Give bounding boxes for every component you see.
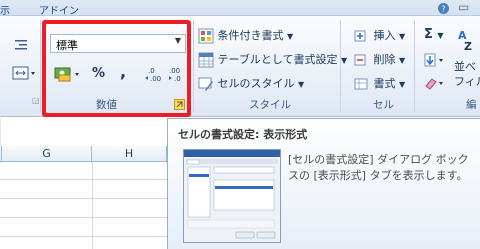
ribbon-tab-bar: 示 アドイン ? ▭ — [0, 0, 480, 17]
tip-title: セルの書式設定: 表示形式 — [178, 128, 308, 141]
conditional-formatting-button[interactable]: 条件付き書式 ▼ — [198, 27, 293, 44]
sort-filter-label-1[interactable]: 並べ — [454, 58, 476, 74]
styles-group-label: スタイル — [249, 99, 291, 111]
minimize-icon[interactable]: ▭ — [458, 0, 469, 14]
tab-addins[interactable]: アドイン — [39, 2, 79, 17]
svg-text:?: ? — [441, 5, 445, 14]
alignment-launcher-icon[interactable]: ◲ — [32, 96, 40, 105]
clear-button[interactable] — [424, 76, 446, 90]
format-cells-dialog-thumbnail — [183, 149, 281, 243]
column-header-h[interactable]: H — [92, 146, 167, 162]
cell-styles-button[interactable]: セルのスタイル ▼ — [198, 75, 304, 92]
insert-button[interactable]: 挿入 ▼ — [354, 27, 405, 44]
delete-button[interactable]: 削除 ▼ — [354, 51, 405, 68]
tab-partial[interactable]: 示 — [0, 2, 10, 17]
svg-text:Z: Z — [464, 40, 472, 53]
worksheet-area: G H — [0, 118, 167, 249]
sort-filter-icon[interactable]: AZ — [456, 28, 480, 54]
format-label: 書式 — [373, 77, 396, 90]
format-button[interactable]: 書式 ▼ — [354, 75, 405, 92]
tip-body: [セルの書式設定] ダイアログ ボックスの [表示形式] タブを表示します。 — [288, 153, 469, 182]
sigma-icon: Σ — [424, 27, 433, 42]
screen-tip: セルの書式設定: 表示形式 [セルの書式設定] ダイアログ ボックスの [表示形… — [167, 118, 480, 249]
number-group-highlight — [42, 20, 191, 117]
format-as-table-label: テーブルとして書式設定 — [217, 53, 338, 66]
fill-button[interactable] — [424, 53, 446, 67]
indent-icon[interactable] — [14, 38, 28, 52]
autosum-button[interactable]: Σ ▼ — [424, 27, 444, 42]
insert-label: 挿入 — [373, 29, 396, 42]
delete-label: 削除 — [373, 53, 396, 66]
sort-filter-label-2[interactable]: フィル — [454, 73, 480, 89]
cells-group-label: セル — [373, 99, 394, 111]
format-as-table-button[interactable]: テーブルとして書式設定 ▼ — [198, 51, 347, 68]
conditional-formatting-label: 条件付き書式 — [217, 29, 284, 42]
merge-cells-icon[interactable] — [12, 66, 36, 80]
editing-group-label: 編 — [466, 99, 477, 111]
cell-styles-label: セルのスタイル — [217, 77, 295, 90]
column-header-g[interactable]: G — [2, 146, 92, 162]
